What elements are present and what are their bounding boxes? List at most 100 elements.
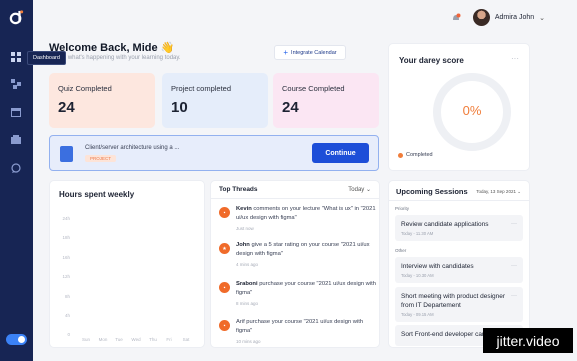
- divider: [211, 198, 379, 199]
- thread-author: Kevin: [236, 206, 252, 212]
- x-tick: Thu: [149, 337, 157, 342]
- star-icon: ★: [219, 243, 230, 254]
- thread-time: 10 mins ago: [236, 339, 261, 344]
- chevron-down-icon[interactable]: ⌄: [539, 14, 545, 22]
- stat-label: Quiz Completed: [58, 84, 112, 93]
- upcoming-sessions-panel: Upcoming Sessions Today, 13 Sep 2021 ⌄ P…: [388, 180, 530, 348]
- session-time: Today - 11.30 AM: [401, 231, 434, 237]
- stat-label: Project completed: [171, 84, 232, 93]
- top-threads-panel: Top Threads Today ⌄ ▪ Kevin comments on …: [210, 180, 380, 348]
- continue-button[interactable]: Continue: [312, 143, 369, 163]
- score-title: Your darey score: [399, 56, 464, 65]
- thread-author: Sraboni: [236, 281, 258, 287]
- page-title: Welcome Back, Mide 👋: [49, 42, 175, 54]
- group-label-other: Other: [395, 248, 407, 253]
- thread-message: comments on your lecture "What is ux" in…: [236, 206, 376, 221]
- page-subtitle: Here's what's happening with your learni…: [49, 55, 181, 61]
- stat-card-course: Course Completed 24: [273, 73, 379, 128]
- thread-message: Arif purchase your course "2021 ui/ux de…: [236, 319, 364, 334]
- threads-filter-dropdown[interactable]: Today ⌄: [348, 186, 371, 193]
- thread-text: Arif purchase your course "2021 ui/ux de…: [236, 318, 376, 335]
- stat-label: Course Completed: [282, 84, 345, 93]
- stat-card-project: Project completed 10: [162, 73, 268, 128]
- x-tick: Tue: [115, 337, 123, 342]
- sessions-title: Upcoming Sessions: [396, 187, 468, 196]
- thread-message: give a 5 star rating on your course "202…: [236, 242, 370, 257]
- thread-author: John: [236, 242, 250, 248]
- more-options-icon[interactable]: ···: [511, 54, 519, 63]
- chat-icon[interactable]: [10, 162, 22, 174]
- more-options-icon[interactable]: ···: [511, 293, 517, 299]
- course-title: Client/server architecture using a ...: [85, 145, 180, 151]
- thread-time: Just now: [236, 226, 254, 231]
- group-label-priority: Priority: [395, 206, 410, 211]
- x-tick: Sun: [81, 337, 90, 342]
- session-title: Review candidate applications: [401, 221, 489, 228]
- purchase-icon: ▪: [219, 320, 230, 331]
- current-course-card: Client/server architecture using a ... P…: [49, 135, 379, 171]
- integrate-calendar-label: Integrate Calendar: [291, 49, 337, 56]
- toggle-knob: [18, 336, 25, 343]
- x-tick: Sat: [182, 337, 190, 342]
- threads-title: Top Threads: [219, 186, 258, 193]
- y-tick: 0: [67, 332, 70, 337]
- y-tick: 24h: [62, 216, 70, 221]
- x-tick: Wed: [131, 337, 141, 342]
- session-item[interactable]: Interview with candidates Today - 10.30 …: [395, 257, 523, 284]
- courses-icon[interactable]: [10, 78, 22, 90]
- chevron-down-icon: ⌄: [365, 187, 371, 193]
- score-card: Your darey score ··· 0% Completed: [388, 43, 530, 171]
- stat-value: 24: [282, 99, 299, 116]
- document-icon: [60, 146, 73, 162]
- integrate-calendar-button[interactable]: + Integrate Calendar: [274, 45, 346, 60]
- header-user-area: Admira John ⌄: [451, 9, 545, 26]
- thread-text: Sraboni purchase your course "2021 ui/ux…: [236, 280, 376, 297]
- score-legend: Completed: [398, 152, 433, 158]
- y-tick: 18h: [62, 235, 70, 240]
- legend-dot: [398, 152, 403, 158]
- thread-time: 8 mins ago: [236, 301, 259, 306]
- user-name[interactable]: Admira John: [495, 14, 534, 21]
- filter-label: Today: [348, 187, 365, 193]
- x-tick: Fri: [166, 337, 172, 342]
- watermark: jitter.video: [483, 328, 573, 353]
- thread-text: John give a 5 star rating on your course…: [236, 241, 376, 258]
- y-tick: 4h: [64, 313, 70, 318]
- sessions-date-dropdown[interactable]: Today, 13 Sep 2021 ⌄: [476, 189, 521, 195]
- dashboard-icon[interactable]: [10, 51, 22, 63]
- stat-card-quiz: Quiz Completed 24: [49, 73, 155, 128]
- more-options-icon[interactable]: ···: [511, 221, 517, 227]
- comment-icon: ▪: [219, 207, 230, 218]
- logo-icon[interactable]: [9, 10, 24, 25]
- stat-value: 24: [58, 99, 75, 116]
- plus-icon: +: [283, 47, 289, 57]
- score-percent: 0%: [462, 103, 482, 118]
- hours-title: Hours spent weekly: [59, 190, 135, 199]
- hours-spent-panel: Hours spent weekly 24h 18h 16h 12h 8h 4h…: [49, 180, 205, 348]
- divider: [389, 200, 529, 201]
- y-tick: 12h: [62, 274, 70, 279]
- session-time: Today - 10.30 AM: [401, 273, 434, 279]
- legend-label: Completed: [406, 152, 433, 158]
- sidebar-tooltip: Dashboard: [27, 51, 66, 65]
- session-item[interactable]: Short meeting with product designer from…: [395, 287, 523, 323]
- sessions-date: Today, 13 Sep 2021: [476, 189, 516, 194]
- notification-bell-icon[interactable]: [451, 13, 461, 23]
- calendar-icon[interactable]: [10, 106, 22, 118]
- session-title: Short meeting with product designer from…: [401, 293, 506, 310]
- x-tick: Mon: [98, 337, 108, 342]
- stat-value: 10: [171, 99, 188, 116]
- avatar[interactable]: [472, 9, 490, 26]
- theme-toggle[interactable]: [6, 334, 27, 345]
- y-tick: 16h: [62, 255, 70, 260]
- session-title: Interview with candidates: [401, 263, 474, 270]
- session-item[interactable]: Review candidate applications Today - 11…: [395, 215, 523, 242]
- more-options-icon[interactable]: ···: [511, 263, 517, 269]
- library-icon[interactable]: [10, 134, 22, 146]
- session-time: Today - 09.15 AM: [401, 312, 434, 318]
- course-tag: PROJECT: [85, 155, 117, 162]
- y-tick: 8h: [64, 294, 70, 299]
- chevron-down-icon: ⌄: [517, 189, 521, 194]
- thread-text: Kevin comments on your lecture "What is …: [236, 205, 376, 222]
- thread-time: 4 mins ago: [236, 262, 259, 267]
